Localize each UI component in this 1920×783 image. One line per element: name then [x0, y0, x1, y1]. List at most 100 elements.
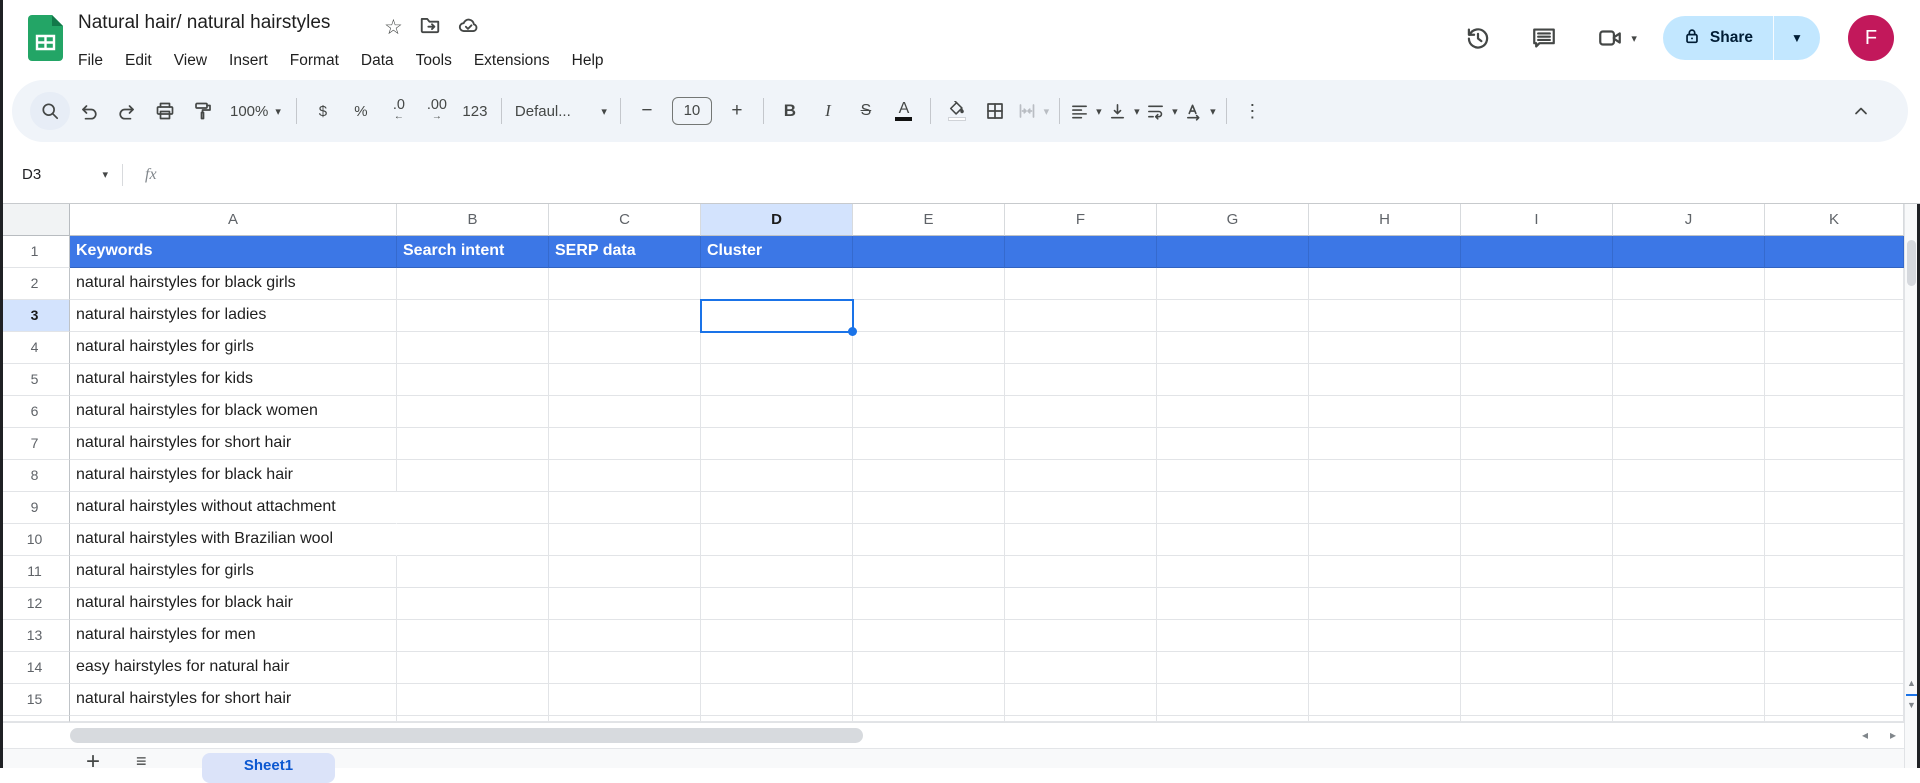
cell-G1[interactable]	[1157, 236, 1309, 268]
menu-tools[interactable]: Tools	[405, 48, 463, 74]
cell-B6[interactable]	[397, 396, 549, 428]
cell-H14[interactable]	[1309, 652, 1461, 684]
redo-button[interactable]	[108, 92, 146, 130]
all-sheets-menu-button[interactable]: ≡	[136, 752, 147, 770]
cell-E1[interactable]	[853, 236, 1005, 268]
cell-I9[interactable]	[1461, 492, 1613, 524]
cell-F4[interactable]	[1005, 332, 1157, 364]
cell-C4[interactable]	[549, 332, 701, 364]
share-button[interactable]: Share ▼	[1662, 16, 1820, 60]
cell-C13[interactable]	[549, 620, 701, 652]
cell-I14[interactable]	[1461, 652, 1613, 684]
row-header-14[interactable]: 14	[0, 652, 70, 684]
row-header-12[interactable]: 12	[0, 588, 70, 620]
cell-C7[interactable]	[549, 428, 701, 460]
zoom-selector[interactable]: 100%	[222, 92, 289, 130]
cell-I11[interactable]	[1461, 556, 1613, 588]
cell-A13[interactable]: natural hairstyles for men	[70, 620, 397, 652]
font-size-input[interactable]: 10	[671, 97, 712, 125]
row-header-11[interactable]: 11	[0, 556, 70, 588]
row-header-6[interactable]: 6	[0, 396, 70, 428]
more-formats-button[interactable]: 123	[456, 92, 494, 130]
cell-F6[interactable]	[1005, 396, 1157, 428]
cell-E4[interactable]	[853, 332, 1005, 364]
column-header-K[interactable]: K	[1765, 204, 1904, 236]
row-header-3[interactable]: 3	[0, 300, 70, 332]
column-header-E[interactable]: E	[853, 204, 1005, 236]
row-header-9[interactable]: 9	[0, 492, 70, 524]
cell-I13[interactable]	[1461, 620, 1613, 652]
cell-K9[interactable]	[1765, 492, 1904, 524]
menu-help[interactable]: Help	[561, 48, 615, 74]
cell-H4[interactable]	[1309, 332, 1461, 364]
cell-J7[interactable]	[1613, 428, 1765, 460]
cell-H10[interactable]	[1309, 524, 1461, 556]
cell-B11[interactable]	[397, 556, 549, 588]
bold-button[interactable]: B	[771, 92, 809, 130]
cell-I10[interactable]	[1461, 524, 1613, 556]
account-avatar[interactable]: F	[1848, 15, 1894, 61]
cell-F7[interactable]	[1005, 428, 1157, 460]
cell-A5[interactable]: natural hairstyles for kids	[70, 364, 397, 396]
cell-G2[interactable]	[1157, 268, 1309, 300]
cell-J6[interactable]	[1613, 396, 1765, 428]
cell-H2[interactable]	[1309, 268, 1461, 300]
cell-K10[interactable]	[1765, 524, 1904, 556]
cell-D7[interactable]	[701, 428, 853, 460]
cell-F12[interactable]	[1005, 588, 1157, 620]
cell-B5[interactable]	[397, 364, 549, 396]
horizontal-align-button[interactable]	[1067, 92, 1105, 130]
cell-D2[interactable]	[701, 268, 853, 300]
formula-input[interactable]	[157, 146, 1920, 203]
increase-decimal-button[interactable]: .00 →	[418, 92, 456, 130]
row-header-1[interactable]: 1	[0, 236, 70, 268]
cell-I1[interactable]	[1461, 236, 1613, 268]
add-sheet-button[interactable]: +	[86, 750, 100, 774]
scroll-right-arrow-icon[interactable]: ▸	[1890, 728, 1896, 742]
cell-K13[interactable]	[1765, 620, 1904, 652]
cell-F9[interactable]	[1005, 492, 1157, 524]
cell-D4[interactable]	[701, 332, 853, 364]
name-box[interactable]: D3 ▾	[0, 166, 118, 183]
cell-J8[interactable]	[1613, 460, 1765, 492]
cell-J14[interactable]	[1613, 652, 1765, 684]
text-color-button[interactable]: A	[885, 92, 923, 130]
cell-E12[interactable]	[853, 588, 1005, 620]
selected-cell-outline[interactable]	[700, 299, 857, 336]
cell-K5[interactable]	[1765, 364, 1904, 396]
vertical-scrollbar[interactable]: ▲ ▼	[1904, 204, 1917, 768]
menu-data[interactable]: Data	[350, 48, 405, 74]
search-menus-button[interactable]	[30, 92, 70, 130]
cell-J11[interactable]	[1613, 556, 1765, 588]
menu-view[interactable]: View	[163, 48, 218, 74]
cell-C14[interactable]	[549, 652, 701, 684]
cell-D10[interactable]	[701, 524, 853, 556]
column-header-A[interactable]: A	[70, 204, 397, 236]
cell-A7[interactable]: natural hairstyles for short hair	[70, 428, 397, 460]
undo-button[interactable]	[70, 92, 108, 130]
cell-D8[interactable]	[701, 460, 853, 492]
cell-D12[interactable]	[701, 588, 853, 620]
cell-J15[interactable]	[1613, 684, 1765, 716]
cell-I3[interactable]	[1461, 300, 1613, 332]
cell-E8[interactable]	[853, 460, 1005, 492]
cell-A10[interactable]: natural hairstyles with Brazilian wool	[70, 524, 397, 556]
sheets-logo-icon[interactable]	[28, 15, 63, 66]
cell-E14[interactable]	[853, 652, 1005, 684]
cell-H5[interactable]	[1309, 364, 1461, 396]
cell-F14[interactable]	[1005, 652, 1157, 684]
strikethrough-button[interactable]: S	[847, 92, 885, 130]
fill-color-button[interactable]	[938, 92, 976, 130]
cell-I12[interactable]	[1461, 588, 1613, 620]
cell-J10[interactable]	[1613, 524, 1765, 556]
cell-H1[interactable]	[1309, 236, 1461, 268]
column-header-B[interactable]: B	[397, 204, 549, 236]
cell-E9[interactable]	[853, 492, 1005, 524]
cell-C12[interactable]	[549, 588, 701, 620]
cell-E6[interactable]	[853, 396, 1005, 428]
cell-J12[interactable]	[1613, 588, 1765, 620]
cell-A3[interactable]: natural hairstyles for ladies	[70, 300, 397, 332]
row-header-4[interactable]: 4	[0, 332, 70, 364]
row-header-2[interactable]: 2	[0, 268, 70, 300]
cell-C11[interactable]	[549, 556, 701, 588]
